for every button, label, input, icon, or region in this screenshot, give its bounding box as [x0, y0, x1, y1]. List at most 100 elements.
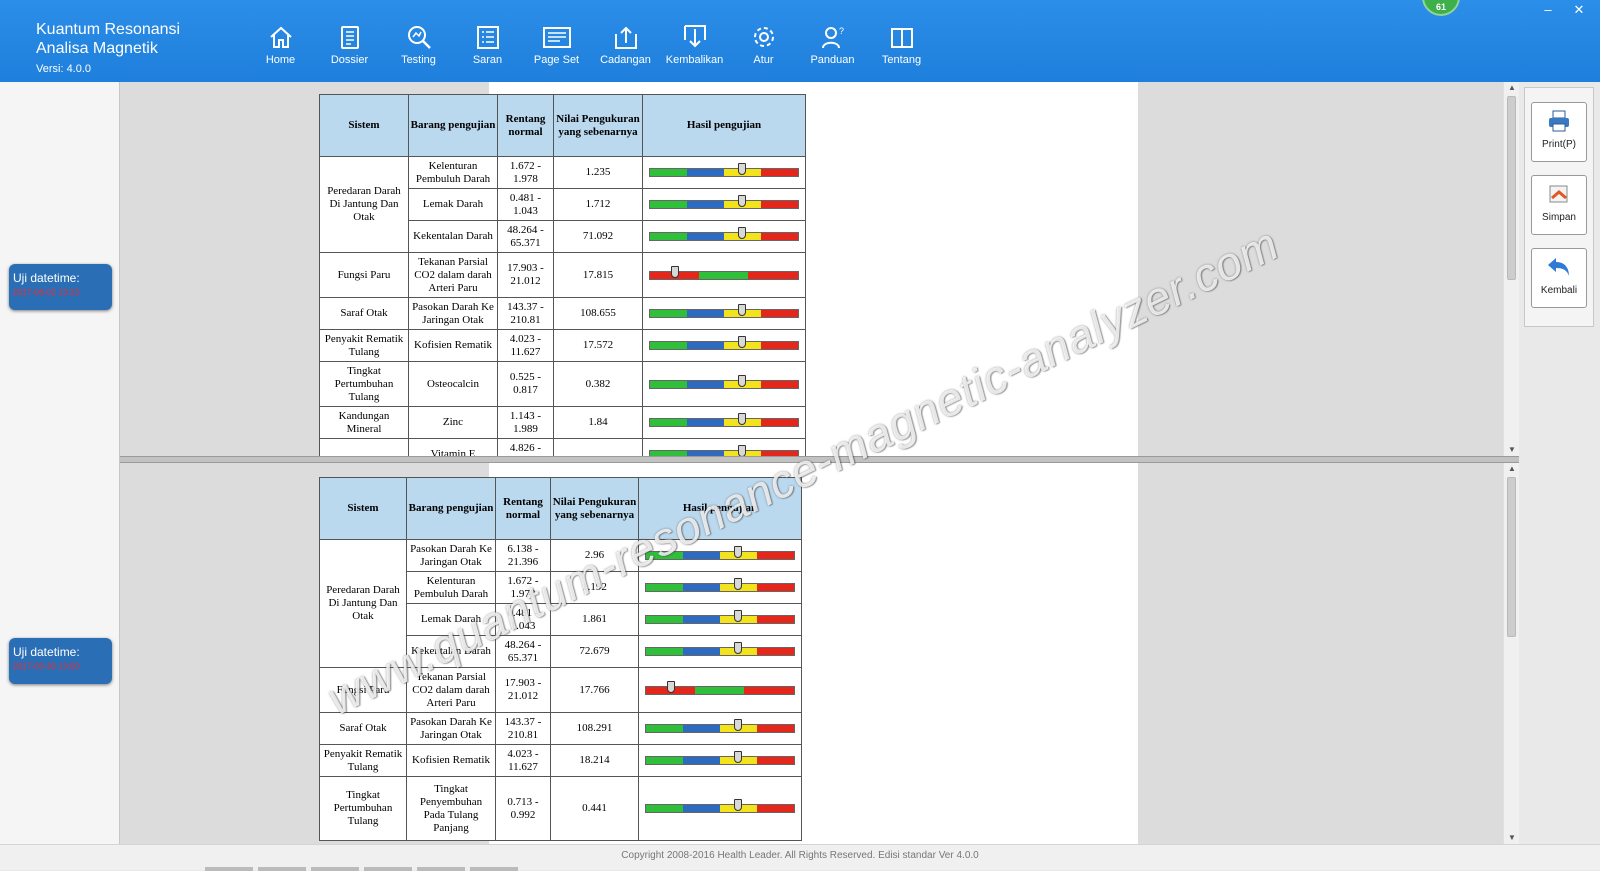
- nav-label: Page Set: [533, 54, 580, 66]
- table-row: Peredaran Darah Di Jantung Dan Otak Pasok…: [319, 539, 802, 668]
- cell-hasil: [638, 712, 802, 745]
- printp-button[interactable]: Print(P): [1531, 102, 1587, 162]
- result-gauge: [645, 719, 795, 733]
- header-hasil: Hasil pengujian: [642, 94, 806, 157]
- nav-label: Panduan: [810, 54, 855, 66]
- action-label: Print(P): [1542, 139, 1576, 150]
- table-row: Vitamin E4.826 - 6.501: [319, 438, 806, 456]
- test-datetime-label: Uji datetime:: [13, 271, 80, 285]
- cell-rentang: 6.138 - 21.396: [495, 539, 551, 572]
- cell-rentang: 4.826 - 6.501: [497, 438, 554, 456]
- pane-splitter[interactable]: [120, 456, 1519, 463]
- left-panel: Uji datetime: 2017-06-02 13:23 Uji datet…: [0, 82, 120, 844]
- save-icon: [1532, 176, 1586, 212]
- cell-hasil: [638, 635, 802, 668]
- scroll-down-arrow[interactable]: ▼: [1504, 832, 1519, 844]
- testing-icon: [384, 20, 453, 54]
- nav-tentang-button[interactable]: Tentang: [867, 20, 936, 74]
- result-gauge: [649, 195, 799, 209]
- action-panel: Print(P) Simpan Kembali: [1524, 87, 1594, 327]
- nav-page-set-button[interactable]: Page Set: [522, 20, 591, 74]
- taskbar-item[interactable]: [258, 867, 306, 871]
- cell-sistem: Fungsi Paru: [319, 667, 407, 713]
- page-set-icon: [522, 20, 591, 54]
- nav-home-button[interactable]: Home: [246, 20, 315, 74]
- gauge-marker: [733, 719, 742, 731]
- nav-dossier-button[interactable]: Dossier: [315, 20, 384, 74]
- result-gauge: [649, 227, 799, 241]
- test-datetime-value: 2017-06-02 13:23: [13, 288, 80, 297]
- report-pane-top[interactable]: Sistem Barang pengujian Rentang normal Nila…: [120, 82, 1519, 456]
- cell-nilai: 17.766: [550, 667, 639, 713]
- nav-kembalikan-button[interactable]: Kembalikan: [660, 20, 729, 74]
- back-arrow-icon: [1532, 249, 1586, 285]
- cell-hasil: [638, 603, 802, 636]
- cell-barang: Kekentalan Darah: [408, 220, 498, 253]
- scrollbar-top[interactable]: ▲ ▼: [1503, 82, 1519, 456]
- table-row: Kandungan Mineral Zinc 1.143 - 1.989 1.84: [319, 406, 806, 439]
- cell-barang: Pasokan Darah Ke Jaringan Otak: [406, 539, 496, 572]
- minimize-button[interactable]: –: [1537, 2, 1559, 20]
- app-brand: Kuantum Resonansi Analisa Magnetik Versi…: [36, 20, 180, 75]
- book-icon: [867, 20, 936, 54]
- scroll-up-arrow[interactable]: ▲: [1504, 82, 1519, 94]
- nav-atur-button[interactable]: Atur: [729, 20, 798, 74]
- kembali-button[interactable]: Kembali: [1531, 248, 1587, 308]
- scrollbar-bottom[interactable]: ▲ ▼: [1503, 463, 1519, 844]
- notification-badge[interactable]: 61: [1422, 0, 1460, 16]
- header-barang: Barang pengujian: [408, 94, 498, 157]
- table-row: Tingkat Pertumbuhan Tulang Tingkat Penyem…: [319, 776, 802, 841]
- cell-hasil: [642, 361, 806, 407]
- cell-rentang: 1.672 - 1.978: [495, 571, 551, 604]
- test-datetime-top[interactable]: Uji datetime: 2017-06-02 13:23: [9, 264, 112, 310]
- nav-label: Kembalikan: [665, 54, 724, 66]
- cell-rentang: 0.481 - 1.043: [495, 603, 551, 636]
- cell-nilai: 72.679: [550, 635, 639, 668]
- report-table-bottom: Sistem Barang pengujian Rentang normal Nila…: [319, 477, 802, 841]
- taskbar-item[interactable]: [205, 867, 253, 871]
- nav-panduan-button[interactable]: ? Panduan: [798, 20, 867, 74]
- taskbar-item[interactable]: [311, 867, 359, 871]
- header-rentang: Rentang normal: [497, 94, 554, 157]
- main-toolbar: Home Dossier Testing Saran Page Set Cadangan K…: [246, 20, 936, 74]
- report-pane-bottom[interactable]: Sistem Barang pengujian Rentang normal Nila…: [120, 463, 1519, 844]
- header-sistem: Sistem: [319, 477, 407, 540]
- header-nilai: Nilai Pengukuran yang sebenarnya: [553, 94, 643, 157]
- nav-label: Saran: [472, 54, 503, 66]
- table-row: Fungsi Paru Tekanan Parsial CO2 dalam dar…: [319, 667, 802, 713]
- cell-nilai: 1.712: [553, 188, 643, 221]
- cell-rentang: 48.264 - 65.371: [495, 635, 551, 668]
- gauge-marker: [737, 374, 746, 387]
- cell-nilai: 1.84: [553, 406, 643, 439]
- result-gauge: [649, 304, 799, 318]
- footer: Copyright 2008-2016 Health Leader. All R…: [0, 844, 1600, 871]
- cell-barang: Pasokan Darah Ke Jaringan Otak: [406, 712, 496, 745]
- result-gauge: [649, 336, 799, 350]
- scroll-up-arrow[interactable]: ▲: [1504, 463, 1519, 475]
- result-gauge: [649, 163, 799, 177]
- nav-saran-button[interactable]: Saran: [453, 20, 522, 74]
- taskbar-item[interactable]: [364, 867, 412, 871]
- cell-barang: Lemak Darah: [408, 188, 498, 221]
- dossier-icon: [315, 20, 384, 54]
- scroll-thumb[interactable]: [1507, 477, 1516, 637]
- test-datetime-bottom[interactable]: Uji datetime: 2017-05-30 13:00: [9, 638, 112, 684]
- cell-barang: Tekanan Parsial CO2 dalam darah Arteri P…: [406, 667, 496, 713]
- cell-sistem: Tingkat Pertumbuhan Tulang: [319, 361, 409, 407]
- taskbar-item[interactable]: [470, 867, 518, 871]
- table-row: Saraf Otak Pasokan Darah Ke Jaringan Otak…: [319, 297, 806, 330]
- nav-cadangan-button[interactable]: Cadangan: [591, 20, 660, 74]
- result-gauge: [649, 374, 799, 389]
- scroll-down-arrow[interactable]: ▼: [1504, 444, 1519, 456]
- nav-testing-button[interactable]: Testing: [384, 20, 453, 74]
- cell-nilai: 1.192: [550, 571, 639, 604]
- simpan-button[interactable]: Simpan: [1531, 175, 1587, 235]
- table-header-row: Sistem Barang pengujian Rentang normal Nila…: [319, 94, 806, 157]
- taskbar-item[interactable]: [417, 867, 465, 871]
- scroll-thumb[interactable]: [1507, 96, 1516, 280]
- gauge-marker: [733, 642, 742, 654]
- close-button[interactable]: ✕: [1568, 2, 1590, 20]
- cell-rentang: 0.525 - 0.817: [497, 361, 554, 407]
- printer-icon: [1532, 103, 1586, 139]
- result-gauge: [645, 546, 795, 560]
